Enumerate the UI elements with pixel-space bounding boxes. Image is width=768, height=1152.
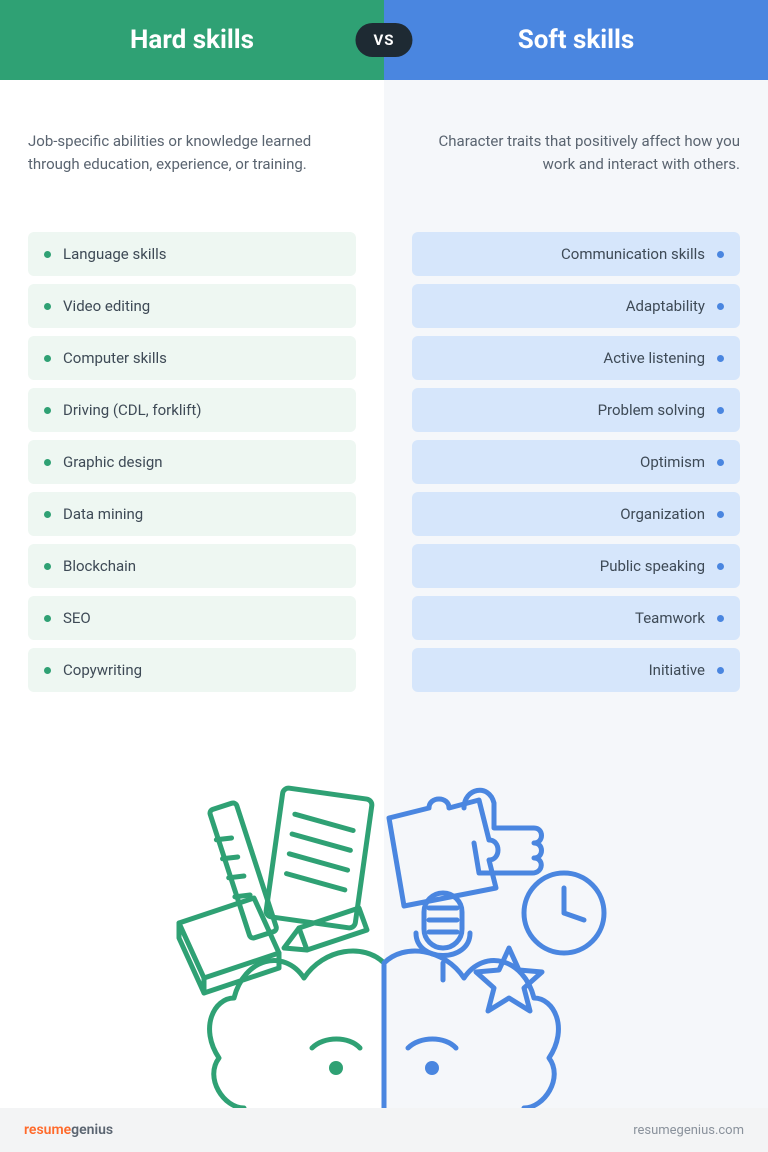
list-item-label: Blockchain — [63, 557, 136, 575]
list-item-label: Computer skills — [63, 349, 167, 367]
list-item-label: Adaptability — [626, 297, 705, 315]
bullet-icon — [44, 459, 51, 466]
list-item: Blockchain — [28, 544, 356, 588]
list-item-label: Initiative — [649, 661, 705, 679]
list-item-label: Active listening — [603, 349, 705, 367]
bullet-icon — [717, 303, 724, 310]
soft-skills-list: Communication skills Adaptability Active l… — [412, 232, 740, 692]
bullet-icon — [717, 355, 724, 362]
comparison-header: Hard skills Soft skills VS — [0, 0, 768, 80]
list-item-label: Data mining — [63, 505, 143, 523]
bullet-icon — [44, 303, 51, 310]
brand-part2: genius — [71, 1122, 113, 1138]
list-item: Initiative — [412, 648, 740, 692]
list-item: SEO — [28, 596, 356, 640]
list-item: Copywriting — [28, 648, 356, 692]
list-item: Driving (CDL, forklift) — [28, 388, 356, 432]
list-item: Video editing — [28, 284, 356, 328]
bullet-icon — [44, 251, 51, 258]
hard-skills-description: Job-specific abilities or knowledge lear… — [28, 130, 356, 216]
list-item-label: Communication skills — [561, 245, 705, 263]
bullet-icon — [44, 563, 51, 570]
hard-skills-title: Hard skills — [130, 25, 254, 55]
footer: resumegenius resumegenius.com — [0, 1108, 768, 1152]
brand-part1: resume — [24, 1122, 71, 1138]
list-item: Communication skills — [412, 232, 740, 276]
soft-skills-column: Character traits that positively affect … — [384, 80, 768, 1108]
list-item-label: Language skills — [63, 245, 167, 263]
list-item: Graphic design — [28, 440, 356, 484]
vs-badge: VS — [355, 23, 412, 57]
list-item-label: Organization — [620, 505, 705, 523]
content-area: Job-specific abilities or knowledge lear… — [0, 80, 768, 1108]
list-item: Public speaking — [412, 544, 740, 588]
bullet-icon — [44, 615, 51, 622]
bullet-icon — [44, 355, 51, 362]
bullet-icon — [44, 407, 51, 414]
list-item-label: Optimism — [640, 453, 705, 471]
list-item: Organization — [412, 492, 740, 536]
list-item-label: Driving (CDL, forklift) — [63, 401, 202, 419]
list-item: Teamwork — [412, 596, 740, 640]
list-item: Data mining — [28, 492, 356, 536]
brand-logo: resumegenius — [24, 1122, 113, 1138]
list-item: Active listening — [412, 336, 740, 380]
list-item-label: Copywriting — [63, 661, 142, 679]
list-item: Optimism — [412, 440, 740, 484]
hard-skills-header: Hard skills — [0, 0, 384, 80]
list-item-label: Video editing — [63, 297, 150, 315]
vs-label: VS — [373, 31, 394, 49]
bullet-icon — [717, 615, 724, 622]
list-item: Computer skills — [28, 336, 356, 380]
bullet-icon — [717, 667, 724, 674]
list-item: Language skills — [28, 232, 356, 276]
bullet-icon — [44, 667, 51, 674]
list-item-label: Public speaking — [600, 557, 705, 575]
soft-skills-title: Soft skills — [518, 25, 635, 55]
bullet-icon — [717, 407, 724, 414]
hard-skills-list: Language skills Video editing Computer ski… — [28, 232, 356, 692]
list-item: Adaptability — [412, 284, 740, 328]
list-item-label: Problem solving — [598, 401, 705, 419]
list-item-label: Teamwork — [635, 609, 705, 627]
soft-skills-header: Soft skills — [384, 0, 768, 80]
soft-skills-description: Character traits that positively affect … — [412, 130, 740, 216]
bullet-icon — [717, 251, 724, 258]
hard-skills-column: Job-specific abilities or knowledge lear… — [0, 80, 384, 1108]
list-item-label: Graphic design — [63, 453, 163, 471]
site-url: resumegenius.com — [633, 1123, 744, 1138]
list-item: Problem solving — [412, 388, 740, 432]
bullet-icon — [44, 511, 51, 518]
bullet-icon — [717, 511, 724, 518]
bullet-icon — [717, 459, 724, 466]
bullet-icon — [717, 563, 724, 570]
list-item-label: SEO — [63, 609, 91, 627]
